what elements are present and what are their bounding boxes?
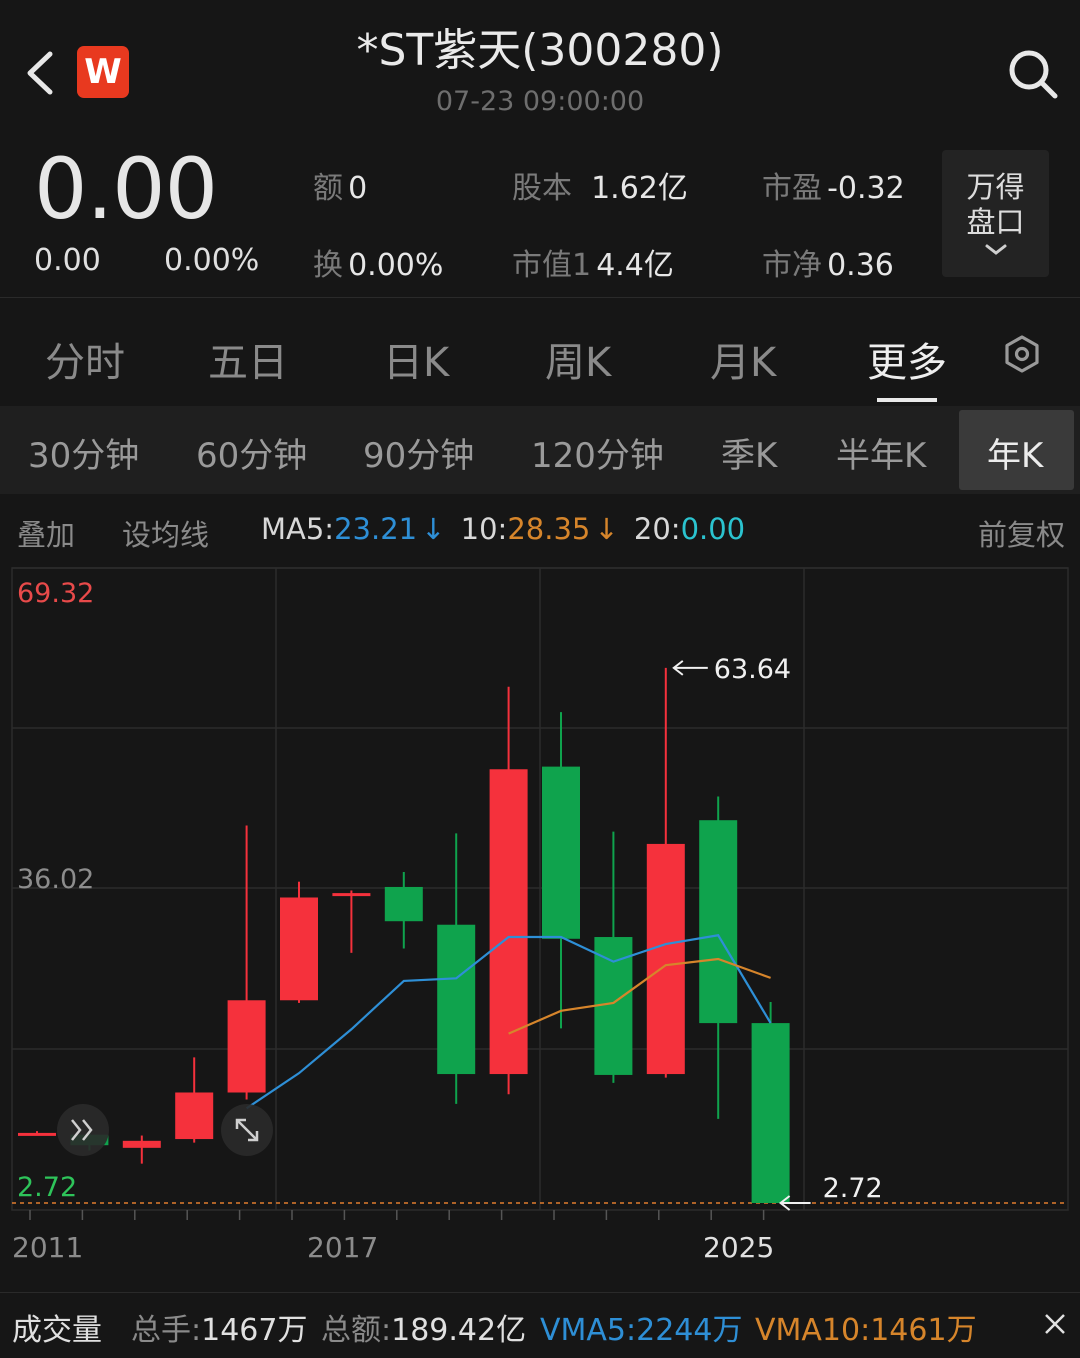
- tab-underline: [877, 398, 937, 402]
- sub-tab-halfyear-k[interactable]: 半年K: [836, 428, 926, 477]
- y-axis-min-label: 2.72: [17, 1172, 77, 1203]
- close-icon[interactable]: [1043, 1312, 1067, 1336]
- ma5-down-arrow-icon: ↓: [421, 512, 446, 546]
- divider: [0, 1292, 1080, 1293]
- overlay-button[interactable]: 叠加: [17, 512, 75, 554]
- candle-body: [280, 897, 318, 1001]
- sub-tab-quarter-k[interactable]: 季K: [721, 428, 777, 477]
- candlestick-chart[interactable]: 69.32 36.02 2.72 2011 2017 2025 63.64 2.72: [0, 560, 1080, 1290]
- field-label: 市值1: [512, 248, 592, 283]
- vma10: VMA10:1461万: [755, 1305, 977, 1349]
- x-axis-label: 2011: [12, 1231, 83, 1264]
- field-value: 0.36: [827, 248, 894, 283]
- quote-field-share-capital: 股本 1.62亿: [512, 163, 688, 207]
- field-value: 0: [348, 171, 368, 206]
- tab-monthly-k[interactable]: 月K: [710, 330, 776, 388]
- set-ma-button[interactable]: 设均线: [122, 512, 209, 554]
- field-label: 市盈: [762, 171, 822, 206]
- vma5-value: 2244万: [636, 1313, 743, 1348]
- divider: [0, 297, 1080, 298]
- field-label: 额: [313, 171, 343, 206]
- ma5-value: 23.21: [334, 512, 418, 546]
- candle-body: [751, 1023, 790, 1203]
- total-hands-value: 1467万: [201, 1313, 308, 1348]
- total-amount: 总额:189.42亿: [321, 1305, 526, 1349]
- panel-button-line1: 万得: [966, 170, 1025, 204]
- candle-body: [646, 843, 685, 1075]
- sub-tab-60min[interactable]: 60分钟: [196, 428, 307, 477]
- total-hands-label: 总手:: [131, 1313, 202, 1348]
- candle-body: [332, 893, 371, 897]
- candle-body: [175, 1092, 214, 1140]
- price-change-percent: 0.00%: [164, 243, 260, 278]
- candle-body: [384, 886, 423, 922]
- chart-controls: [57, 1104, 273, 1156]
- chart-grid: [11, 567, 1069, 1220]
- timestamp: 07-23 09:00:00: [435, 86, 645, 117]
- quote-field-pe: 市盈 -0.32: [762, 163, 905, 207]
- chevron-down-icon: [985, 244, 1007, 255]
- vma5: VMA5:2244万: [540, 1305, 742, 1349]
- vma5-label: VMA5:: [540, 1313, 637, 1348]
- x-axis-label: 2017: [307, 1231, 378, 1264]
- adjust-mode-button[interactable]: 前复权: [978, 512, 1065, 554]
- quote-field-market-cap: 市值1 4.4亿: [512, 240, 674, 284]
- vma10-value: 1461万: [870, 1313, 977, 1348]
- total-hands: 总手:1467万: [131, 1305, 307, 1349]
- ma20-value: 0.00: [680, 512, 746, 546]
- field-value: 1.62亿: [591, 171, 688, 206]
- x-axis-label: 2025: [703, 1231, 774, 1264]
- tab-weekly-k[interactable]: 周K: [545, 330, 611, 388]
- ma5-label: MA5:: [261, 512, 335, 546]
- field-label: 股本: [512, 171, 572, 206]
- settings-gear-icon[interactable]: [1002, 334, 1042, 374]
- high-price-label: 63.64: [714, 654, 791, 685]
- field-value: 0.00%: [348, 248, 444, 283]
- field-value: 4.4亿: [596, 248, 674, 283]
- panel-button-line2: 盘口: [966, 205, 1025, 239]
- tab-daily-k[interactable]: 日K: [383, 330, 449, 388]
- volume-label: 成交量: [12, 1313, 102, 1348]
- ma10-value: 28.35: [507, 512, 591, 546]
- last-price: 0.00: [34, 140, 218, 238]
- quote-field-turnover: 换 0.00%: [313, 240, 443, 284]
- tab-intraday[interactable]: 分时: [45, 330, 125, 388]
- candle-body: [18, 1132, 56, 1136]
- y-axis-mid-label: 36.02: [17, 864, 94, 895]
- sub-tab-90min[interactable]: 90分钟: [363, 428, 474, 477]
- ma10-label: 10:: [460, 512, 508, 546]
- candle-body: [542, 766, 580, 939]
- tab-five-day[interactable]: 五日: [208, 330, 288, 388]
- candle-body: [699, 820, 738, 1024]
- quote-field-pb: 市净 0.36: [762, 240, 894, 284]
- ma10-down-arrow-icon: ↓: [594, 512, 619, 546]
- search-icon[interactable]: [1005, 46, 1061, 102]
- candle-body: [227, 1000, 266, 1093]
- total-amount-label: 总额:: [321, 1313, 392, 1348]
- field-value: -0.32: [827, 171, 905, 206]
- sub-tab-year-k[interactable]: 年K: [987, 428, 1043, 477]
- wind-panel-button[interactable]: 万得 盘口: [942, 150, 1049, 277]
- ma-legend: MA5:23.21 ↓ 10:28.35 ↓ 20:0.00: [261, 512, 745, 546]
- field-label: 市净: [762, 248, 822, 283]
- candle-body: [437, 924, 476, 1075]
- candle-body: [122, 1140, 161, 1148]
- ma20-label: 20:: [633, 512, 681, 546]
- y-axis-max-label: 69.32: [17, 578, 94, 609]
- field-label: 换: [313, 248, 343, 283]
- stock-title: *ST紫天(300280): [356, 25, 724, 76]
- low-price-label: 2.72: [823, 1173, 883, 1204]
- total-amount-value: 189.42亿: [391, 1313, 527, 1348]
- expand-left-button: [57, 1104, 109, 1156]
- vma10-label: VMA10:: [755, 1313, 871, 1348]
- sub-tab-30min[interactable]: 30分钟: [28, 428, 139, 477]
- price-change: 0.00: [34, 243, 101, 278]
- tab-more[interactable]: 更多: [867, 330, 947, 388]
- sub-tab-120min[interactable]: 120分钟: [531, 428, 664, 477]
- quote-field-amount: 额 0: [313, 163, 367, 207]
- candle-series: [18, 667, 790, 1203]
